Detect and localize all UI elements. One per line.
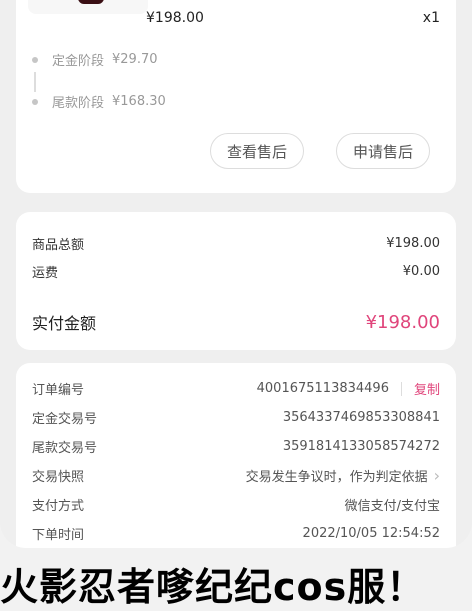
snapshot-group: 交易发生争议时，作为判定依据 ›	[246, 466, 440, 485]
chevron-right-icon: ›	[433, 466, 440, 485]
product-card: ¥198.00 x1 定金阶段 ¥29.70 尾款阶段 ¥168.30 查看售后…	[16, 0, 456, 193]
stage-amount: ¥168.30	[112, 94, 166, 109]
amount-summary-card: 商品总额 ¥198.00 运费 ¥0.00 实付金额 ¥198.00	[16, 212, 456, 350]
order-number-label: 订单编号	[32, 383, 85, 398]
stage-dot-icon	[32, 98, 38, 105]
order-number-value: 4001675113834496	[256, 381, 389, 396]
stage-amount: ¥29.70	[112, 52, 158, 67]
apply-after-sale-button[interactable]: 申请售后	[336, 133, 431, 169]
final-tx-label: 尾款交易号	[32, 441, 98, 456]
order-time-value: 2022/10/05 12:54:52	[302, 526, 440, 541]
payment-label: 支付方式	[32, 499, 85, 514]
paid-label: 实付金额	[32, 314, 97, 333]
caption-text: 火影忍者嗲纪纪cos服！	[0, 565, 426, 609]
stage-name: 尾款阶段	[52, 96, 105, 111]
view-after-sale-button[interactable]: 查看售后	[210, 133, 305, 169]
payment-value: 微信支付/支付宝	[344, 499, 440, 514]
product-thumbnail[interactable]	[28, 0, 148, 14]
deposit-tx-label: 定金交易号	[32, 412, 98, 427]
divider	[400, 381, 402, 396]
stage-dot-icon	[32, 56, 38, 63]
order-number-group: 4001675113834496 复制	[257, 379, 440, 398]
final-tx-row: 尾款交易号 3591814133058574272	[32, 437, 440, 456]
total-value: ¥198.00	[386, 236, 440, 251]
paid-value: ¥198.00	[365, 311, 440, 333]
snapshot-row[interactable]: 交易快照 交易发生争议时，作为判定依据 ›	[32, 466, 440, 485]
deposit-tx-value: 3564337469853308841	[282, 410, 440, 425]
deposit-stage: 定金阶段 ¥29.70	[32, 50, 158, 69]
final-stage: 尾款阶段 ¥168.30	[32, 92, 166, 111]
total-label: 商品总额	[32, 238, 85, 253]
order-time-label: 下单时间	[32, 528, 85, 543]
shipping-value: ¥0.00	[402, 264, 440, 279]
snapshot-value: 交易发生争议时，作为判定依据	[245, 470, 428, 485]
screenshot-frame: ¥198.00 x1 定金阶段 ¥29.70 尾款阶段 ¥168.30 查看售后…	[0, 0, 472, 548]
shipping-label: 运费	[32, 266, 59, 281]
copy-button[interactable]: 复制	[414, 379, 440, 398]
order-info-card: 订单编号 4001675113834496 复制 定金交易号 356433746…	[16, 363, 456, 548]
snapshot-label: 交易快照	[32, 470, 85, 485]
product-quantity: x1	[422, 10, 440, 26]
stage-name: 定金阶段	[52, 54, 105, 69]
order-time-row: 下单时间 2022/10/05 12:54:52	[32, 524, 440, 543]
total-row: 商品总额 ¥198.00	[32, 234, 440, 253]
product-price: ¥198.00	[146, 10, 204, 26]
order-number-row: 订单编号 4001675113834496 复制	[32, 379, 440, 398]
paid-row: 实付金额 ¥198.00	[32, 310, 440, 334]
shipping-row: 运费 ¥0.00	[32, 262, 440, 281]
stage-connector	[34, 72, 36, 92]
product-image	[78, 0, 104, 4]
deposit-tx-row: 定金交易号 3564337469853308841	[32, 408, 440, 427]
final-tx-value: 3591814133058574272	[282, 439, 440, 454]
payment-row: 支付方式 微信支付/支付宝	[32, 495, 440, 514]
